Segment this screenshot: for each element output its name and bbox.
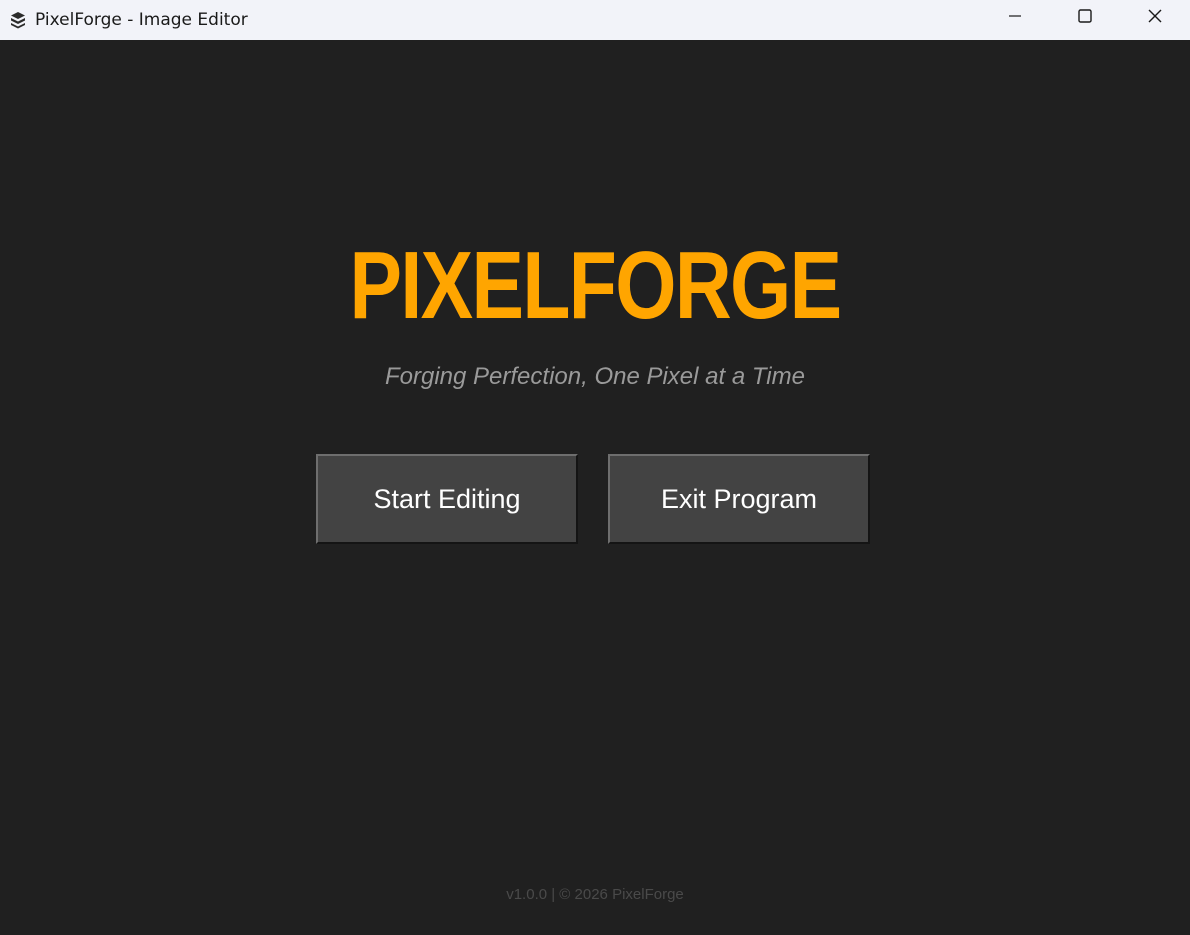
close-icon — [1148, 9, 1162, 23]
version-footer: v1.0.0 | © 2026 PixelForge — [506, 886, 684, 903]
window-controls — [980, 0, 1190, 32]
app-logo-text: PIXELFORGE — [349, 232, 843, 339]
title-bar[interactable]: PixelForge - Image Editor — [0, 0, 1190, 40]
start-editing-button[interactable]: Start Editing — [316, 454, 578, 544]
splash-screen: PIXELFORGE Forging Perfection, One Pixel… — [0, 40, 1190, 935]
close-button[interactable] — [1120, 0, 1190, 32]
tagline: Forging Perfection, One Pixel at a Time — [385, 363, 805, 390]
minimize-button[interactable] — [980, 0, 1050, 32]
exit-program-button[interactable]: Exit Program — [608, 454, 870, 544]
minimize-icon — [1009, 15, 1021, 17]
app-logo-icon — [8, 10, 28, 30]
maximize-icon — [1078, 9, 1092, 23]
maximize-button[interactable] — [1050, 0, 1120, 32]
window-title: PixelForge - Image Editor — [35, 10, 248, 30]
app-window: PixelForge - Image Editor PIXELFORGE For… — [0, 0, 1190, 935]
